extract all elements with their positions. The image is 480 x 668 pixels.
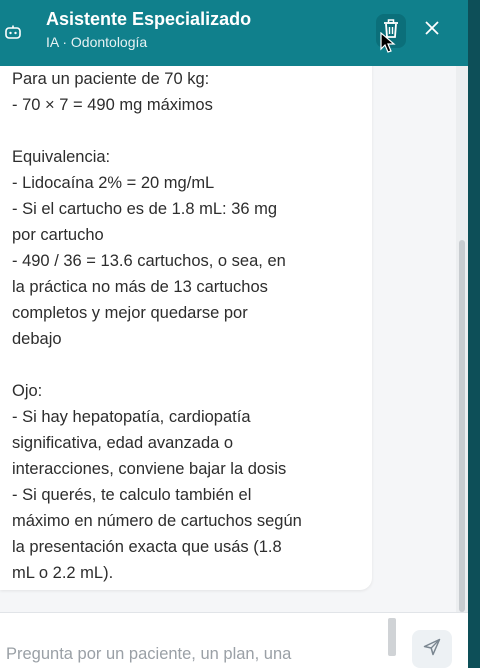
chat-header: Asistente Especializado IA · Odontología	[0, 0, 468, 66]
message-input[interactable]	[0, 621, 384, 665]
message-line	[12, 352, 362, 378]
message-line: completos y mejor quedarse por	[12, 304, 248, 322]
message-line: la práctica no más de 13 cartuchos	[12, 278, 268, 296]
message-line: Ojo:	[12, 382, 43, 400]
chat-area: Para un paciente de 70 kg: - 70 × 7 = 49…	[0, 66, 468, 612]
header-titles: Asistente Especializado IA · Odontología	[46, 8, 251, 52]
mouse-cursor-icon	[380, 32, 396, 53]
assistant-subtitle: IA · Odontología	[46, 34, 148, 50]
send-button[interactable]	[412, 630, 452, 668]
message-line: por cartucho	[12, 226, 104, 244]
message-line: interacciones, conviene bajar la dosis	[12, 460, 287, 478]
message-line: - 490 / 36 = 13.6 cartuchos, o sea, en	[12, 252, 286, 270]
chat-scrollbar-thumb[interactable]	[459, 240, 465, 612]
message-line: - Si el cartucho es de 1.8 mL: 36 mg	[12, 200, 278, 218]
robot-icon	[4, 24, 22, 40]
assistant-title: Asistente Especializado	[46, 9, 252, 29]
message-line: - Lidocaína 2% = 20 mg/mL	[12, 174, 215, 192]
message-line: máximo en número de cartuchos según	[12, 512, 302, 530]
text-caret	[388, 618, 396, 656]
window-edge	[468, 0, 480, 668]
message-line: - Si hay hepatopatía, cardiopatía	[12, 408, 251, 426]
message-line	[12, 118, 362, 144]
send-icon	[423, 638, 441, 661]
message-line: la presentación exacta que usás (1.8	[12, 538, 282, 556]
close-icon	[425, 20, 439, 40]
message-line: Equivalencia:	[12, 148, 111, 166]
composer-bar	[0, 612, 468, 668]
message-line: significativa, edad avanzada o	[12, 434, 234, 452]
message-line: - 70 × 7 = 490 mg máximos	[12, 96, 213, 114]
assistant-message-bubble: Para un paciente de 70 kg: - 70 × 7 = 49…	[0, 66, 372, 590]
close-button[interactable]	[420, 16, 444, 44]
message-line: Para un paciente de 70 kg:	[12, 70, 210, 88]
message-line: - Si querés, te calculo también el	[12, 486, 252, 504]
message-line: debajo	[12, 330, 62, 348]
message-line: mL o 2.2 mL).	[12, 564, 114, 582]
